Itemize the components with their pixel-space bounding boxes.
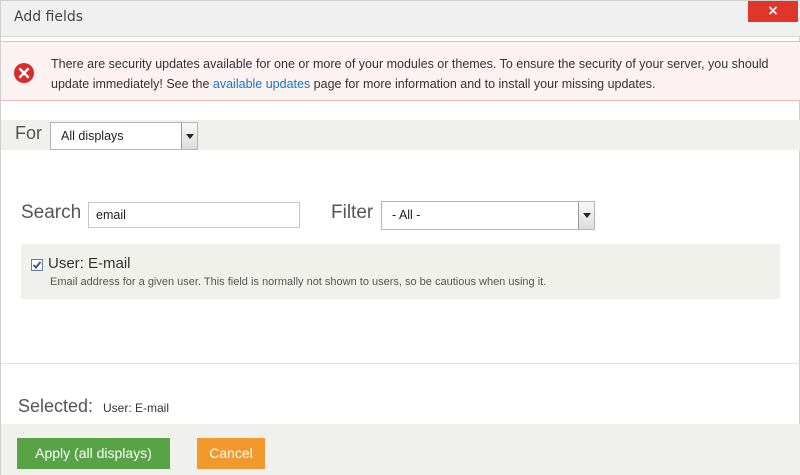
- alert-message: There are security updates available for…: [51, 54, 791, 94]
- close-button[interactable]: ×: [748, 1, 798, 22]
- field-checkbox[interactable]: [31, 259, 43, 271]
- chevron-down-icon: [181, 123, 197, 149]
- cancel-button[interactable]: Cancel: [197, 438, 265, 469]
- available-updates-link[interactable]: available updates: [213, 77, 310, 91]
- error-icon: [14, 63, 34, 83]
- selected-value: User: E-mail: [103, 401, 170, 415]
- selected-label: Selected:: [18, 396, 94, 416]
- for-label: For: [15, 123, 42, 143]
- dialog-footer: Apply (all displays) Cancel: [1, 424, 800, 475]
- add-fields-dialog: Add fields × There are security updates …: [0, 0, 800, 475]
- filter-select-value: - All -: [392, 208, 421, 222]
- alert-text-after: page for more information and to install…: [310, 77, 656, 91]
- list-item: User: E-mail Email address for a given u…: [21, 244, 780, 299]
- apply-button[interactable]: Apply (all displays): [17, 438, 170, 469]
- filter-select[interactable]: - All -: [381, 201, 595, 230]
- filter-label: Filter: [331, 202, 374, 223]
- close-icon: ×: [767, 3, 779, 19]
- dialog-title: Add fields: [14, 9, 84, 25]
- security-update-alert: There are security updates available for…: [1, 41, 800, 101]
- search-label: Search: [21, 202, 82, 223]
- field-name[interactable]: User: E-mail: [48, 255, 131, 272]
- field-description: Email address for a given user. This fie…: [50, 276, 547, 288]
- display-select[interactable]: All displays: [50, 122, 198, 150]
- dialog-titlebar: Add fields ×: [1, 1, 800, 37]
- display-select-value: All displays: [61, 129, 124, 143]
- section-divider: [1, 363, 800, 364]
- search-input[interactable]: [88, 202, 300, 228]
- chevron-down-icon: [578, 202, 594, 229]
